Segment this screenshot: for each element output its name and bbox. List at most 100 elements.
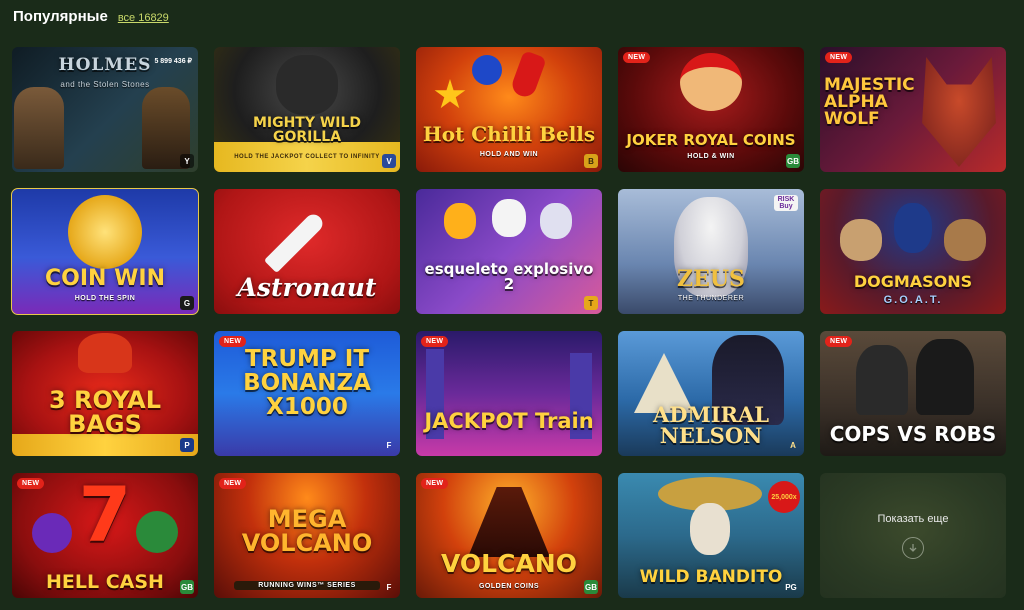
skull-icon xyxy=(444,203,476,239)
coin-icon xyxy=(68,195,142,269)
provider-badge: PG xyxy=(785,582,797,592)
rocket-icon xyxy=(263,210,327,274)
cop-figure xyxy=(856,345,908,415)
game-title: VOLCANO xyxy=(441,549,577,578)
wolf-figure xyxy=(922,57,996,167)
game-tile-esqueleto-explosivo-2[interactable]: esqueleto explosivo 2 T xyxy=(416,189,602,314)
skull-figure xyxy=(690,503,730,555)
gorilla-figure xyxy=(276,55,338,115)
game-subtitle: and the Stolen Stones xyxy=(60,80,150,89)
new-badge: NEW xyxy=(219,478,247,489)
game-tile-majestic-alpha-wolf[interactable]: NEW MAJESTIC ALPHA WOLF xyxy=(820,47,1006,172)
provider-badge: A xyxy=(790,440,796,450)
dog-figure xyxy=(894,203,932,253)
game-title: esqueleto explosivo 2 xyxy=(424,260,594,293)
game-tile-admiral-nelson[interactable]: ADMIRAL NELSON A xyxy=(618,331,804,456)
show-more-label: Показать еще xyxy=(877,512,949,525)
game-title: Hot Chilli Bells xyxy=(422,122,596,146)
seven-symbol: 7 xyxy=(78,473,132,559)
game-subtitle: HOLD THE JACKPOT COLLECT TO INFINITY xyxy=(234,154,380,160)
game-title: ZEUS xyxy=(677,266,745,292)
money-bag-icon xyxy=(78,333,132,373)
game-title: ADMIRAL NELSON xyxy=(652,402,770,448)
grapes-icon xyxy=(472,55,502,85)
provider-badge: B xyxy=(584,154,598,168)
new-badge: NEW xyxy=(219,336,247,347)
game-subtitle: RUNNING WINS™ SERIES xyxy=(234,581,380,590)
dog-figure xyxy=(840,219,882,261)
all-games-link[interactable]: все 16829 xyxy=(118,12,169,24)
provider-badge: G xyxy=(180,296,194,310)
dog-figure xyxy=(944,219,986,261)
multiplier-badge: 25,000x xyxy=(768,481,800,513)
provider-badge: GB xyxy=(786,154,800,168)
game-subtitle: HOLD THE SPIN xyxy=(74,295,136,302)
provider-badge: V xyxy=(382,154,396,168)
game-tile-cops-vs-robs[interactable]: NEW COPS VS ROBS xyxy=(820,331,1006,456)
provider-badge: Y xyxy=(180,154,194,168)
provider-badge: GB xyxy=(584,580,598,594)
robber-figure xyxy=(916,339,974,415)
new-badge: NEW xyxy=(825,52,853,63)
game-tile-hot-chilli-bells[interactable]: Hot Chilli Bells HOLD AND WIN B xyxy=(416,47,602,172)
skull-icon xyxy=(492,199,526,237)
game-subtitle: GOLDEN COINS xyxy=(478,583,540,590)
game-tile-mega-volcano[interactable]: NEW MEGA VOLCANO RUNNING WINS™ SERIES F xyxy=(214,473,400,598)
new-badge: NEW xyxy=(825,336,853,347)
game-title: WILD BANDITO xyxy=(639,567,783,587)
provider-badge: P xyxy=(180,438,194,452)
provider-badge: T xyxy=(584,296,598,310)
game-tile-holmes[interactable]: HOLMES and the Stolen Stones 5 899 436 ₽… xyxy=(12,47,198,172)
chilli-icon xyxy=(509,50,547,100)
game-tile-hell-cash[interactable]: 7 NEW HELL CASH GB xyxy=(12,473,198,598)
game-tile-jackpot-train[interactable]: NEW JACKPOT Train xyxy=(416,331,602,456)
game-title: MAJESTIC ALPHA WOLF xyxy=(824,75,915,129)
volcano-figure xyxy=(468,487,550,557)
game-title: JACKPOT Train xyxy=(424,409,594,433)
game-tile-astronaut[interactable]: Astronaut xyxy=(214,189,400,314)
game-title: COPS VS ROBS xyxy=(829,422,997,446)
game-tile-volcano-golden-coins[interactable]: NEW VOLCANO GOLDEN COINS GB xyxy=(416,473,602,598)
game-art xyxy=(416,189,602,314)
jackpot-amount: 5 899 436 ₽ xyxy=(154,58,192,65)
skull-icon xyxy=(540,203,572,239)
character-figure xyxy=(14,87,64,169)
game-title: Astronaut xyxy=(237,273,377,302)
game-tile-zeus[interactable]: ZEUS THE THUNDERER RISK Buy xyxy=(618,189,804,314)
game-title: DOGMASONS xyxy=(853,272,973,291)
provider-badge: F xyxy=(386,440,392,450)
game-subtitle: THE THUNDERER xyxy=(677,295,745,302)
game-title: HELL CASH xyxy=(46,571,164,593)
game-tile-trump-it-bonanza[interactable]: NEW TRUMP IT BONANZA X1000 F xyxy=(214,331,400,456)
game-tile-wild-bandito[interactable]: WILD BANDITO 25,000x PG xyxy=(618,473,804,598)
game-tile-3-royal-bags[interactable]: 3 ROYAL BAGS P xyxy=(12,331,198,456)
game-title: JOKER ROYAL COINS xyxy=(626,131,796,149)
chevron-down-circle-icon xyxy=(902,536,924,559)
game-title: MIGHTY WILD GORILLA xyxy=(252,115,362,145)
section-title: Популярные xyxy=(13,8,108,25)
game-subtitle: HOLD AND WIN xyxy=(479,151,539,158)
game-tile-dogmasons[interactable]: DOGMASONS G.O.A.T. xyxy=(820,189,1006,314)
game-art xyxy=(416,473,602,598)
new-badge: NEW xyxy=(421,478,449,489)
star-icon xyxy=(434,79,466,109)
game-art xyxy=(416,331,602,456)
provider-badge: F xyxy=(386,582,392,592)
game-title: TRUMP IT BONANZA X1000 xyxy=(243,346,371,421)
new-badge: NEW xyxy=(421,336,449,347)
provider-badge: GB xyxy=(180,580,194,594)
game-title: COIN WIN xyxy=(45,266,165,291)
game-title: MEGA VOLCANO xyxy=(241,505,373,557)
show-more-button[interactable]: Показать еще xyxy=(820,473,1006,598)
game-title: 3 ROYAL BAGS xyxy=(48,386,162,438)
joker-face xyxy=(680,53,742,111)
game-tile-coin-win[interactable]: COIN WIN HOLD THE SPIN G xyxy=(11,188,199,315)
game-tile-joker-royal-coins[interactable]: NEW JOKER ROYAL COINS HOLD & WIN GB xyxy=(618,47,804,172)
section-header: Популярные все 16829 xyxy=(13,8,169,25)
new-badge: NEW xyxy=(17,478,45,489)
game-subtitle: G.O.A.T. xyxy=(883,294,943,306)
new-badge: NEW xyxy=(623,52,651,63)
risk-buy-label: RISK Buy xyxy=(774,195,798,211)
games-grid: HOLMES and the Stolen Stones 5 899 436 ₽… xyxy=(11,47,1006,598)
game-tile-gorilla[interactable]: MIGHTY WILD GORILLA HOLD THE JACKPOT COL… xyxy=(214,47,400,172)
